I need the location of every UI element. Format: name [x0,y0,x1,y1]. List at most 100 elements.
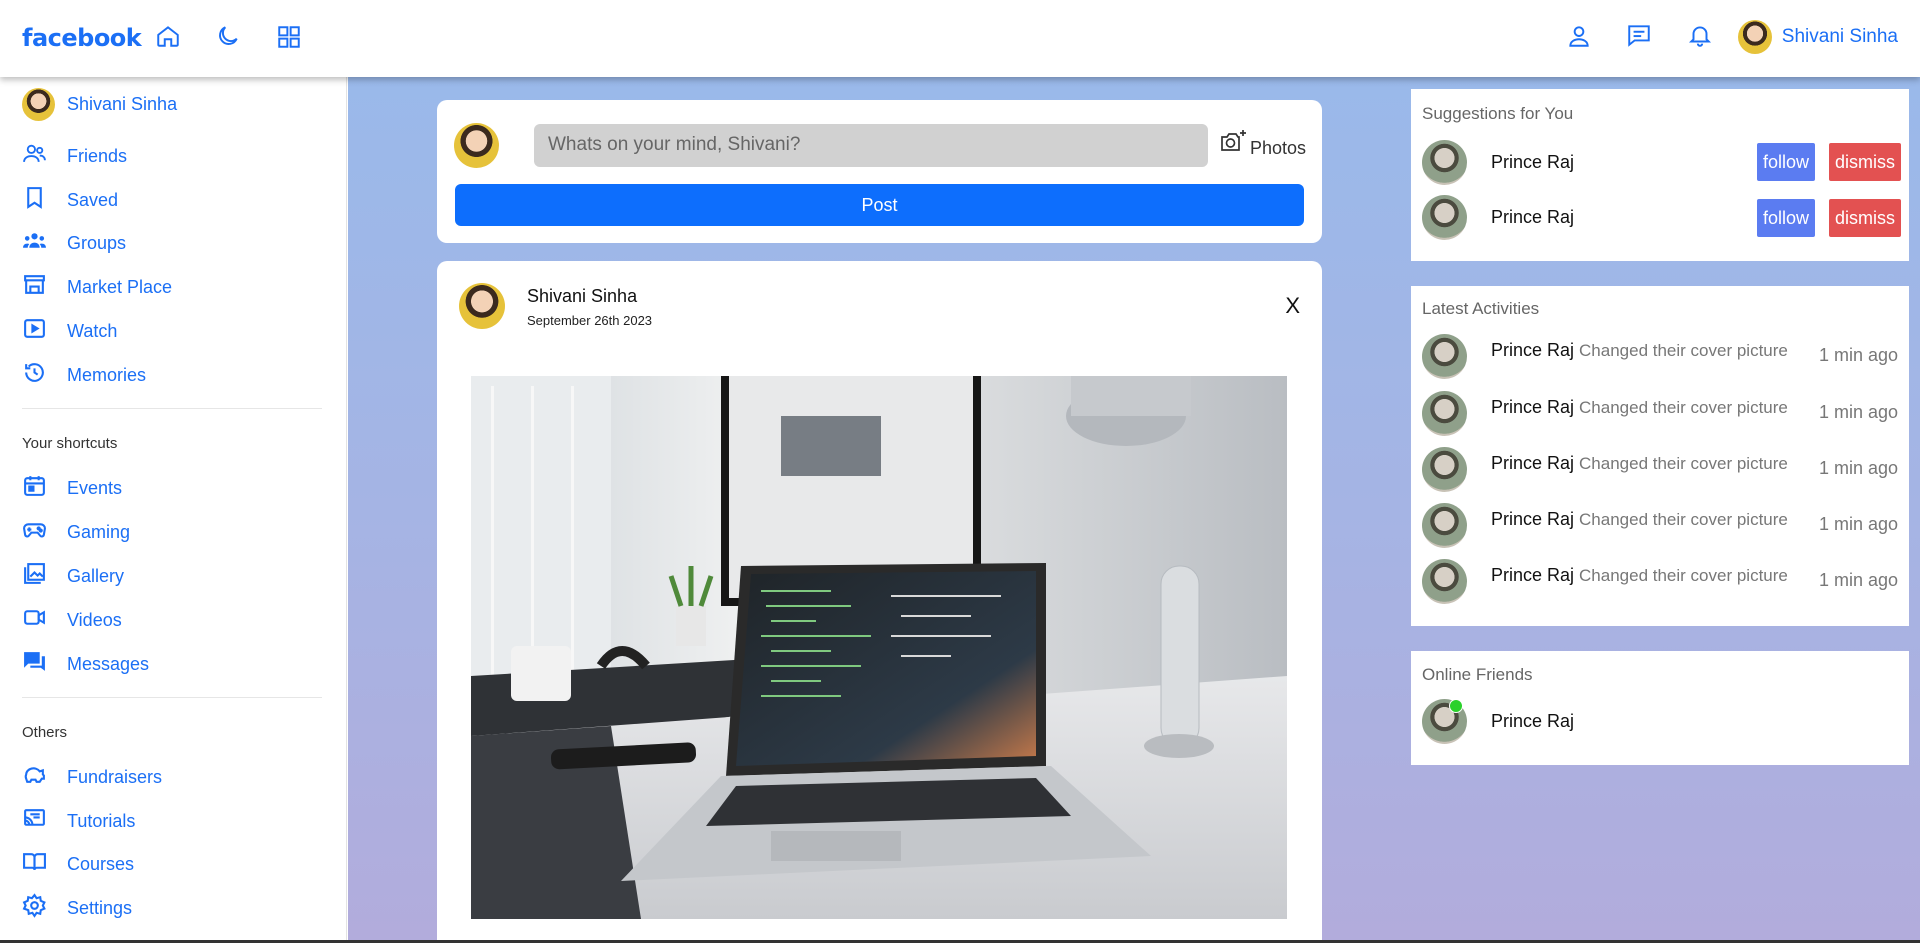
sidebar-item-label: Saved [67,189,119,210]
online-status-dot [1449,699,1463,713]
online-friend-row[interactable]: Prince Raj [1422,699,1574,744]
sidebar-divider [22,408,322,409]
status-input[interactable]: Whats on your mind, Shivani? [534,124,1208,167]
activity-row: Prince Raj Changed their cover picture [1422,334,1788,379]
online-friend-name: Prince Raj [1491,711,1575,731]
activity-time: 1 min ago [1818,458,1898,478]
photos-label: Photos [1250,138,1307,158]
bell-icon[interactable] [1687,22,1713,48]
moon-icon[interactable] [215,23,241,49]
sidebar-item-label: Messages [67,653,150,674]
sidebar-item-label: Tutorials [67,810,136,831]
home-icon[interactable] [155,23,181,49]
post-composer: Whats on your mind, Shivani? Photos Post [437,100,1322,243]
online-friends-title: Online Friends [1422,665,1533,684]
activity-row: Prince Raj Changed their cover picture [1422,503,1788,548]
activity-row: Prince Raj Changed their cover picture [1422,447,1788,492]
latest-activities-card: Latest Activities Prince Raj Changed the… [1411,286,1909,626]
suggestion-row: Prince Raj [1422,195,1574,240]
calendar-icon [22,473,47,503]
sidebar-item-label: Videos [67,609,122,630]
history-icon [22,360,47,390]
sidebar-profile[interactable]: Shivani Sinha [22,88,177,121]
sidebar-item-messages[interactable]: Messages [22,649,149,679]
camera-plus-icon [1220,128,1248,159]
sidebar-item-friends[interactable]: Friends [22,141,127,171]
play-icon [22,316,47,346]
facebook-logo[interactable]: facebook [22,24,142,52]
sidebar-item-settings[interactable]: Settings [22,893,132,923]
activity-row: Prince Raj Changed their cover picture [1422,391,1788,436]
activity-text: Changed their cover picture [1579,398,1788,417]
post-button[interactable]: Post [455,184,1304,226]
activity-user[interactable]: Prince Raj [1491,453,1574,474]
activity-user[interactable]: Prince Raj [1491,340,1574,361]
sidebar-item-label: Market Place [67,276,173,297]
avatar [1422,391,1467,436]
suggestion-name[interactable]: Prince Raj [1491,152,1574,173]
online-friends-card: Online Friends Prince Raj [1411,651,1909,765]
close-post-button[interactable]: X [1285,293,1300,319]
sidebar-item-saved[interactable]: Saved [22,185,118,215]
suggestion-name[interactable]: Prince Raj [1491,207,1574,228]
sidebar-item-label: Watch [67,320,118,341]
friends-icon [22,141,47,171]
follow-button[interactable]: follow [1757,143,1816,181]
sidebar-item-label: Fundraisers [67,766,163,787]
sidebar-item-watch[interactable]: Watch [22,316,117,346]
activity-time: 1 min ago [1818,345,1898,365]
message-icon[interactable] [1626,22,1652,48]
bookmark-icon [22,185,47,215]
dismiss-button[interactable]: dismiss [1829,199,1902,237]
suggestions-title: Suggestions for You [1422,104,1574,123]
messages-icon [22,649,47,679]
navbar-profile[interactable]: Shivani Sinha [1737,20,1898,54]
dismiss-button[interactable]: dismiss [1829,143,1902,181]
top-navbar: facebook Shivani Sinha [0,0,1920,77]
feed-post: Shivani Sinha September 26th 2023 X [437,261,1322,943]
avatar [1422,559,1467,604]
sidebar-item-fundraisers[interactable]: Fundraisers [22,762,162,792]
activity-time: 1 min ago [1818,514,1898,534]
follow-button[interactable]: follow [1757,199,1816,237]
others-heading: Others [22,724,68,741]
person-icon[interactable] [1566,23,1592,49]
sidebar-item-events[interactable]: Events [22,473,122,503]
sidebar-item-groups[interactable]: Groups [22,228,126,258]
photos-button[interactable]: Photos [1220,128,1306,159]
sidebar-divider [22,697,322,698]
sidebar-item-videos[interactable]: Videos [22,605,122,635]
activity-user[interactable]: Prince Raj [1491,509,1574,530]
sidebar-item-label: Gaming [67,521,131,542]
activities-title: Latest Activities [1422,299,1540,318]
activity-user[interactable]: Prince Raj [1491,397,1574,418]
sidebar-item-label: Gallery [67,565,125,586]
sidebar-item-label: Settings [67,897,133,918]
sidebar-item-courses[interactable]: Courses [22,849,134,879]
sidebar-item-gaming[interactable]: Gaming [22,517,130,547]
activity-text: Changed their cover picture [1579,454,1788,473]
groups-icon [22,228,47,258]
avatar [22,88,55,121]
avatar [1422,334,1467,379]
avatar [1422,195,1467,240]
avatar [1422,447,1467,492]
activity-text: Changed their cover picture [1579,341,1788,360]
activity-time: 1 min ago [1818,402,1898,422]
suggestions-card: Suggestions for You Prince Raj follow di… [1411,89,1909,261]
activity-user[interactable]: Prince Raj [1491,565,1574,586]
avatar [1422,503,1467,548]
piggybank-icon [22,762,47,792]
sidebar-item-tutorials[interactable]: Tutorials [22,806,135,836]
book-icon [22,849,47,879]
sidebar-item-market-place[interactable]: Market Place [22,272,172,302]
sidebar-item-label: Memories [67,364,147,385]
image-icon [22,561,47,591]
sidebar-item-memories[interactable]: Memories [22,360,146,390]
navbar-user-name: Shivani Sinha [1781,26,1898,47]
post-author[interactable]: Shivani Sinha [527,286,637,307]
sidebar-item-gallery[interactable]: Gallery [22,561,124,591]
sidebar-item-label: Courses [67,853,135,874]
grid-icon[interactable] [276,24,302,50]
sidebar-item-label: Friends [67,145,128,166]
